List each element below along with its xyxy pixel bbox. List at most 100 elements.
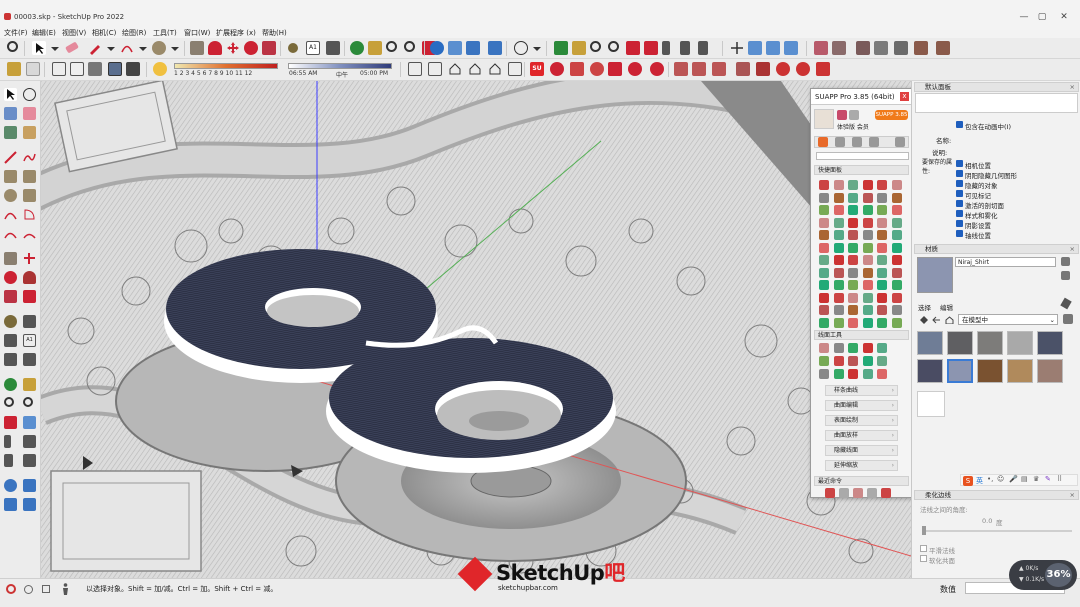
pie-icon[interactable] <box>23 208 36 221</box>
suapp-tool-icon[interactable] <box>819 205 829 215</box>
recent-command-icon[interactable] <box>839 488 849 498</box>
suapp-tool-icon[interactable] <box>848 305 858 315</box>
material-swatch[interactable] <box>947 359 973 383</box>
material-swatch[interactable] <box>917 359 943 383</box>
suapp-tool-icon[interactable] <box>819 192 829 203</box>
follow-me-icon[interactable] <box>23 271 36 284</box>
material-swatch[interactable] <box>1037 331 1063 355</box>
push-pull-icon[interactable] <box>4 252 17 265</box>
select-arrow-icon[interactable] <box>4 88 17 101</box>
close-button[interactable]: ✕ <box>1054 13 1074 22</box>
suapp-tool-icon[interactable] <box>848 255 858 265</box>
geo-location-icon[interactable] <box>6 584 16 594</box>
pencil-icon[interactable] <box>88 41 102 55</box>
soften-edges-header[interactable]: 柔化边线 × <box>914 490 1079 500</box>
suapp-tool-icon[interactable] <box>891 205 902 215</box>
toggle-icon[interactable] <box>914 41 928 55</box>
material-swatch[interactable] <box>977 331 1003 355</box>
tab-select[interactable]: 选择 <box>918 302 931 312</box>
grid-icon[interactable] <box>428 62 442 76</box>
suapp-tool-icon[interactable] <box>862 305 873 315</box>
previous-view-icon[interactable] <box>23 416 36 429</box>
suapp-tool-icon[interactable] <box>848 317 858 328</box>
plugin-icon[interactable] <box>570 62 584 76</box>
two-point-arc-icon[interactable] <box>23 227 36 240</box>
material-name-field[interactable]: Niraj_Shirt <box>955 257 1056 267</box>
pan-icon[interactable] <box>23 378 36 391</box>
component-icon[interactable] <box>4 107 17 120</box>
suapp-tool-icon[interactable] <box>891 280 902 290</box>
checkbox-style-fog[interactable] <box>956 210 963 217</box>
camera-icon[interactable] <box>408 62 422 76</box>
suapp-tool-icon[interactable] <box>891 192 902 203</box>
checkbox-visible-tags[interactable] <box>956 190 963 197</box>
checkbox-camera[interactable] <box>956 160 963 167</box>
suapp-tool-icon[interactable] <box>833 267 844 278</box>
scene-list[interactable] <box>915 93 1078 113</box>
suapp-tool-icon[interactable] <box>833 205 844 215</box>
material-swatch[interactable] <box>977 359 1003 383</box>
suapp-tool-icon[interactable] <box>862 217 873 228</box>
zoom-extents-icon[interactable] <box>626 41 640 55</box>
create-material-icon[interactable] <box>1061 257 1070 266</box>
angle-slider-thumb[interactable] <box>922 526 926 535</box>
checkbox-axes[interactable] <box>956 230 963 237</box>
suapp-tool-icon[interactable] <box>833 230 844 240</box>
material-swatch[interactable] <box>947 331 973 355</box>
menu-extensions[interactable]: 扩展程序 (x) <box>216 28 256 38</box>
rotated-rectangle-icon[interactable] <box>23 170 36 183</box>
suapp-tool-icon[interactable] <box>862 205 873 215</box>
instructor-icon[interactable] <box>42 585 50 593</box>
network-speed-widget[interactable]: ▲ 0K/s ▼ 0.1K/s 36% <box>1009 560 1077 590</box>
walk-icon[interactable] <box>698 41 708 55</box>
line-tool-icon[interactable] <box>833 343 844 353</box>
dropdown-icon[interactable] <box>48 41 62 55</box>
plugin-icon[interactable] <box>674 62 688 76</box>
dropdown-icon[interactable] <box>168 41 182 55</box>
eraser-icon[interactable] <box>23 107 36 120</box>
suapp-tool-icon[interactable] <box>891 267 902 278</box>
suapp-tool-icon[interactable] <box>819 267 829 278</box>
close-icon[interactable]: x <box>900 92 909 101</box>
menu-tools[interactable]: 工具(T) <box>153 28 177 38</box>
push-pull-icon[interactable] <box>190 41 204 55</box>
time-slider[interactable] <box>288 63 392 69</box>
menu-help[interactable]: 帮助(H) <box>262 28 287 38</box>
move-icon[interactable] <box>23 252 36 265</box>
shaded-icon[interactable] <box>88 62 102 76</box>
suapp-tool-icon[interactable] <box>819 217 829 228</box>
list-icon[interactable] <box>835 137 845 147</box>
material-swatch[interactable] <box>1007 331 1033 355</box>
zoom-extents-icon[interactable] <box>4 416 17 429</box>
warehouse-icon[interactable] <box>4 479 17 492</box>
rectangle-icon[interactable] <box>4 170 17 183</box>
suapp-tool-icon[interactable] <box>833 217 844 228</box>
category-hidden[interactable]: 隐藏线面 › <box>825 445 898 456</box>
eraser-icon[interactable] <box>65 41 79 54</box>
user-icon[interactable] <box>514 41 528 55</box>
dimension-icon[interactable] <box>23 315 36 328</box>
suapp-tool-icon[interactable] <box>877 230 887 240</box>
plugin-icon[interactable] <box>712 62 726 76</box>
monochrome-icon[interactable] <box>126 62 140 76</box>
checkbox-hidden-geometry[interactable] <box>956 170 963 177</box>
plugin-icon[interactable] <box>692 62 706 76</box>
hidden-line-icon[interactable] <box>70 62 84 76</box>
suapp-tool-icon[interactable] <box>833 305 844 315</box>
tag-icon[interactable] <box>23 126 36 139</box>
suapp-tool-icon[interactable] <box>891 217 902 228</box>
section-plane-icon[interactable] <box>23 454 36 467</box>
pan-icon[interactable] <box>368 41 382 55</box>
suapp-icon[interactable]: SU <box>530 62 544 76</box>
maximize-button[interactable]: ▢ <box>1032 13 1052 22</box>
suapp-tool-icon[interactable] <box>819 292 829 303</box>
checkbox-hidden-objects[interactable] <box>956 180 963 187</box>
line-tool-icon[interactable] <box>877 343 887 353</box>
line-tool-icon[interactable] <box>819 369 829 379</box>
suapp-tool-icon[interactable] <box>862 292 873 303</box>
suapp-tool-icon[interactable] <box>819 255 829 265</box>
recent-commands-header[interactable]: 最近命令 <box>814 476 909 486</box>
protractor-icon[interactable] <box>4 334 17 347</box>
look-around-icon[interactable] <box>23 435 36 448</box>
suapp-tool-icon[interactable] <box>819 230 829 240</box>
